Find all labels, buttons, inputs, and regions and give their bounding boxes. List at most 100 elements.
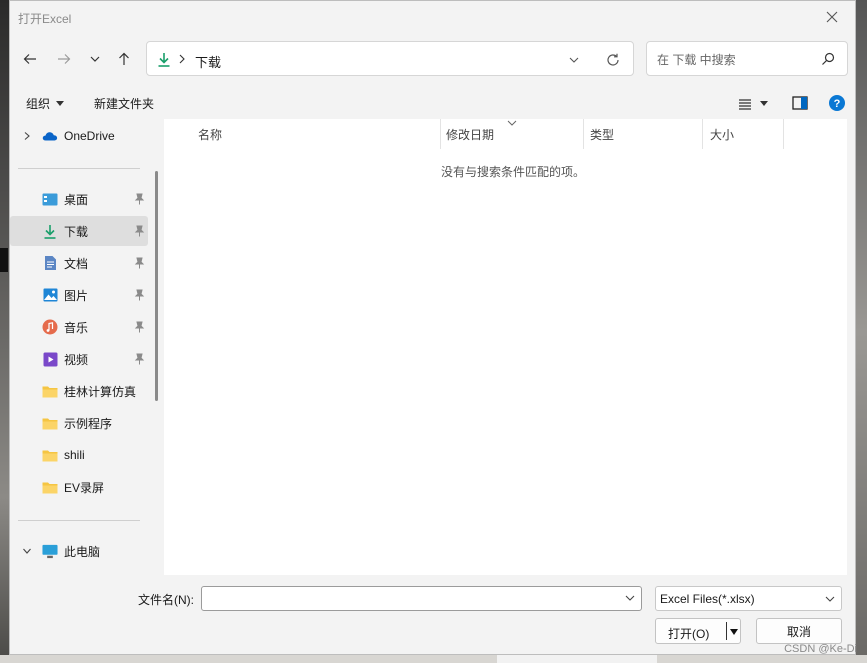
chevron-down-icon[interactable] [625, 594, 635, 602]
search-icon[interactable] [821, 52, 835, 66]
up-button[interactable] [114, 49, 134, 69]
search-input[interactable] [655, 50, 819, 70]
sidebar-item-label: OneDrive [64, 129, 115, 143]
sidebar-item-label: 此电脑 [64, 544, 101, 559]
filename-input[interactable] [206, 590, 610, 609]
filename-label: 文件名(N): [138, 593, 194, 607]
background-fragment [0, 248, 8, 272]
chevron-right-icon[interactable] [22, 131, 32, 141]
sidebar-item-music[interactable]: 音乐 [10, 312, 148, 342]
organize-button[interactable]: 组织 [26, 95, 65, 112]
caret-down-icon [760, 101, 768, 106]
arrow-left-icon [23, 54, 36, 64]
command-bar: 组织 新建文件夹 ? [10, 89, 855, 119]
navigation-pane: OneDrive 桌面 下载 文档 图片 音乐 视频 桂林计算仿真 示例程序 s… [10, 119, 158, 575]
column-divider[interactable] [702, 119, 703, 149]
divider [18, 168, 140, 169]
sidebar-item-label: 文档 [64, 256, 89, 271]
back-button[interactable] [20, 49, 40, 69]
sidebar-item-download[interactable]: 下载 [10, 216, 148, 246]
filename-combobox[interactable] [201, 586, 642, 611]
column-header-size[interactable]: 大小 [710, 119, 734, 149]
sidebar-item-folder[interactable]: shili [10, 440, 148, 470]
document-icon [42, 255, 58, 271]
column-divider[interactable] [783, 119, 784, 149]
column-divider[interactable] [440, 119, 441, 149]
folder-icon [42, 479, 58, 495]
background-tab [497, 655, 657, 663]
sidebar-item-label: 桌面 [64, 192, 89, 207]
breadcrumb-download[interactable]: 下载 [195, 52, 221, 71]
sidebar-item-this-pc[interactable]: 此电脑 [10, 536, 148, 566]
music-icon [42, 319, 58, 335]
sidebar-item-videos[interactable]: 视频 [10, 344, 148, 374]
filetype-select[interactable]: Excel Files(*.xlsx) [655, 586, 842, 611]
folder-icon [42, 383, 58, 399]
pin-icon[interactable] [134, 193, 145, 205]
forward-button[interactable] [54, 49, 74, 69]
search-box[interactable] [646, 41, 848, 76]
sidebar-item-label: 示例程序 [64, 416, 113, 431]
chevron-down-icon [825, 596, 835, 602]
column-header-name[interactable]: 名称 [198, 119, 222, 149]
sort-chevron-icon [507, 120, 517, 126]
sidebar-item-folder[interactable]: 示例程序 [10, 408, 148, 438]
sidebar-item-label: shili [64, 448, 85, 462]
pin-icon[interactable] [134, 289, 145, 301]
close-button[interactable] [809, 1, 855, 33]
file-list: 名称 修改日期 类型 大小 没有与搜索条件匹配的项。 [164, 119, 847, 575]
sidebar-item-onedrive[interactable]: OneDrive [10, 121, 148, 151]
chevron-right-icon [179, 54, 185, 64]
onedrive-icon [42, 128, 58, 144]
sidebar-item-label: EV录屏 [64, 480, 105, 495]
sidebar-item-label: 视频 [64, 352, 89, 367]
navigation-bar: 下载 [10, 41, 855, 77]
folder-icon [42, 447, 58, 463]
pictures-icon [42, 287, 58, 303]
organize-label: 组织 [26, 97, 51, 111]
sidebar-item-folder[interactable]: 桂林计算仿真 [10, 376, 148, 406]
sidebar-item-label: 桂林计算仿真 [64, 384, 137, 399]
chevron-down-icon[interactable] [22, 546, 32, 556]
new-folder-button[interactable]: 新建文件夹 [94, 95, 154, 112]
open-file-dialog: 打开Excel 下载 组织 [9, 0, 856, 655]
svg-text:?: ? [834, 98, 841, 110]
sidebar-item-label: 图片 [64, 288, 89, 303]
open-button[interactable]: 打开(O) [655, 618, 741, 644]
download-icon [158, 53, 170, 67]
address-history-dropdown-icon[interactable] [567, 53, 581, 67]
recent-locations-button[interactable] [85, 49, 105, 69]
pin-icon[interactable] [134, 353, 145, 365]
arrow-right-icon [58, 54, 71, 64]
divider [18, 520, 140, 521]
bottom-panel: 文件名(N): Excel Files(*.xlsx) 打开(O) 取消 [10, 575, 855, 656]
chevron-down-icon [90, 56, 100, 62]
address-bar[interactable]: 下载 [146, 41, 634, 76]
empty-state-message: 没有与搜索条件匹配的项。 [441, 165, 586, 179]
dialog-title: 打开Excel [18, 12, 72, 26]
sidebar-item-folder[interactable]: EV录屏 [10, 472, 148, 502]
pin-icon[interactable] [134, 321, 145, 333]
pin-icon[interactable] [134, 257, 145, 269]
column-header-type[interactable]: 类型 [590, 119, 614, 149]
column-header-modified[interactable]: 修改日期 [446, 119, 494, 149]
refresh-icon[interactable] [605, 52, 621, 68]
download-icon [42, 223, 58, 239]
sidebar-item-pictures[interactable]: 图片 [10, 280, 148, 310]
cancel-button[interactable]: 取消 [756, 618, 842, 644]
sidebar-item-documents[interactable]: 文档 [10, 248, 148, 278]
change-view-button[interactable] [738, 97, 772, 111]
background-bottom [0, 655, 867, 663]
caret-down-icon [56, 100, 65, 106]
help-icon[interactable]: ? [828, 94, 846, 112]
watermark: CSDN @Ke-Di [784, 643, 857, 655]
sidebar-scrollbar[interactable] [155, 171, 158, 401]
column-divider[interactable] [583, 119, 584, 149]
close-icon [826, 11, 838, 23]
filetype-value: Excel Files(*.xlsx) [660, 592, 755, 606]
caret-down-icon[interactable] [729, 628, 739, 636]
pin-icon[interactable] [134, 225, 145, 237]
video-icon [42, 351, 58, 367]
sidebar-item-desktop[interactable]: 桌面 [10, 184, 148, 214]
preview-pane-icon[interactable] [792, 96, 808, 110]
